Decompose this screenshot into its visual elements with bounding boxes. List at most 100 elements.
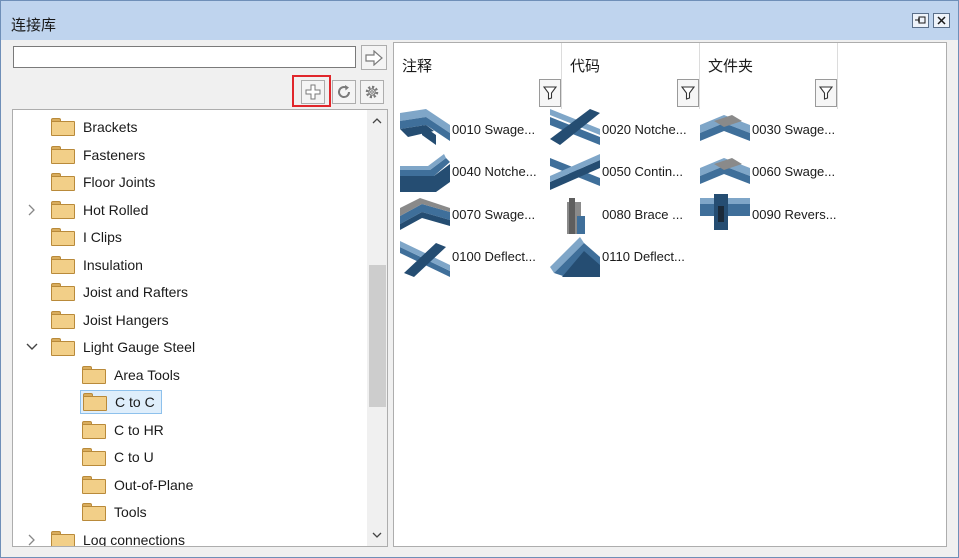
folder-icon [51,173,75,191]
column-header[interactable]: 文件夹 [700,43,838,109]
folder-icon [51,228,75,246]
folder-icon [51,200,75,219]
connection-thumbnail [550,236,600,277]
tree-item[interactable]: C to C [80,390,162,414]
connection-list-panel: 注释 代码 文件夹 0010 Swage... 0020 Notche... 0030 S… [393,42,947,547]
tree-item[interactable]: C to U [82,445,154,469]
tree-item-label: C to U [114,449,154,465]
tree-item-label: Insulation [83,256,143,273]
connection-item[interactable]: 0100 Deflect... [400,237,536,277]
tree-item-label: Hot Rolled [83,201,149,218]
tree-item-label: Floor Joints [83,174,156,190]
connection-item[interactable]: 0060 Swage... [700,152,835,192]
expand-toggle[interactable] [25,203,39,217]
connection-item[interactable]: 0040 Notche... [400,152,537,192]
connection-item[interactable]: 0030 Swage... [700,109,835,149]
tree-item[interactable]: Joist and Rafters [51,280,188,304]
tree-item[interactable]: Fasteners [51,143,145,167]
tree-item[interactable]: Light Gauge Steel [51,335,195,359]
connection-label: 0020 Notche... [602,121,687,137]
tree-item[interactable]: I Clips [51,225,122,249]
filter-icon [543,86,557,100]
folder-icon [51,310,75,329]
scroll-down-button[interactable] [367,526,387,544]
connection-label: 0040 Notche... [452,164,537,179]
tree-item[interactable]: Floor Joints [51,170,155,194]
chevron-up-icon [372,118,382,124]
connection-label: 0070 Swage... [452,206,536,222]
refresh-button[interactable] [332,80,356,104]
connection-label: 0030 Swage... [752,121,836,137]
pin-button[interactable] [912,13,929,28]
tree-item[interactable]: Out-of-Plane [82,473,193,497]
connection-label: 0060 Swage... [752,164,836,179]
close-button[interactable] [933,13,950,28]
refresh-icon [338,85,351,98]
tree-item[interactable]: Joist Hangers [51,308,169,332]
folder-icon [83,393,107,411]
column-header-label: 注释 [402,58,433,75]
filter-icon [681,86,695,100]
connection-item[interactable]: 0090 Revers... [700,194,837,234]
column-header[interactable]: 注释 [394,43,562,109]
folder-icon [82,475,106,494]
scroll-up-button[interactable] [367,112,387,130]
connection-library-window: 连接库 Log connections Tools Out-of-Plane C… [0,0,959,558]
tree-item-label: I Clips [83,229,122,245]
connection-thumbnail [700,194,750,234]
tree-item[interactable]: C to HR [82,418,164,442]
folder-icon [51,145,75,164]
connection-item[interactable]: 0110 Deflect... [550,236,685,277]
expand-toggle[interactable] [25,533,39,547]
tree-item-label: C to HR [114,421,164,438]
connection-label: 0080 Brace ... [602,206,683,222]
tree-item[interactable]: Log connections [51,528,185,547]
filter-icon [819,86,833,100]
tree-scrollbar[interactable] [367,110,387,546]
column-header[interactable]: 代码 [562,43,700,109]
connection-item[interactable]: 0080 Brace ... [550,194,683,234]
filter-button[interactable] [539,79,561,107]
column-header-label: 文件夹 [708,58,754,75]
connection-item[interactable]: 0020 Notche... [550,109,687,149]
connection-item[interactable]: 0010 Swage... [400,109,535,149]
plus-icon [305,84,321,100]
tree-item-label: Area Tools [114,366,180,383]
tree-item-label: Joist Hangers [83,311,169,328]
tree-item-label: Log connections [83,531,185,547]
connection-label: 0100 Deflect... [452,249,536,264]
tree-item-label: Brackets [83,119,138,135]
connection-item[interactable]: 0050 Contin... [550,152,683,192]
connection-thumbnail [400,237,450,277]
folder-tree[interactable]: Log connections Tools Out-of-Plane C to U C … [12,109,388,547]
tree-item[interactable]: Tools [82,500,147,524]
add-button[interactable] [301,80,325,104]
left-panel: Log connections Tools Out-of-Plane C to U C … [11,42,389,547]
connection-label: 0090 Revers... [752,206,837,222]
connection-thumbnail [400,194,450,234]
connection-thumbnail [550,152,600,192]
pin-icon [915,16,926,24]
filter-button[interactable] [815,79,837,107]
search-input[interactable] [13,46,356,68]
chevron-right-icon [28,534,35,545]
collapse-toggle[interactable] [25,340,39,354]
connection-thumbnail [700,152,750,192]
window-title: 连接库 [11,17,57,34]
connection-item[interactable]: 0070 Swage... [400,194,535,234]
connection-thumbnail [400,152,450,192]
tree-item-label: Tools [114,504,147,520]
search-go-button[interactable] [361,45,387,70]
tree-item[interactable]: Hot Rolled [51,198,148,222]
tree-item[interactable]: Area Tools [82,363,180,387]
folder-icon [82,448,106,466]
connection-thumbnail [550,194,600,234]
tree-item[interactable]: Insulation [51,253,143,277]
tree-item[interactable]: Brackets [51,115,137,139]
scroll-thumb[interactable] [369,265,386,407]
connection-label: 0110 Deflect... [602,249,685,264]
settings-button[interactable] [360,80,384,104]
chevron-down-icon [26,343,38,350]
filter-button[interactable] [677,79,699,107]
folder-icon [51,530,75,546]
